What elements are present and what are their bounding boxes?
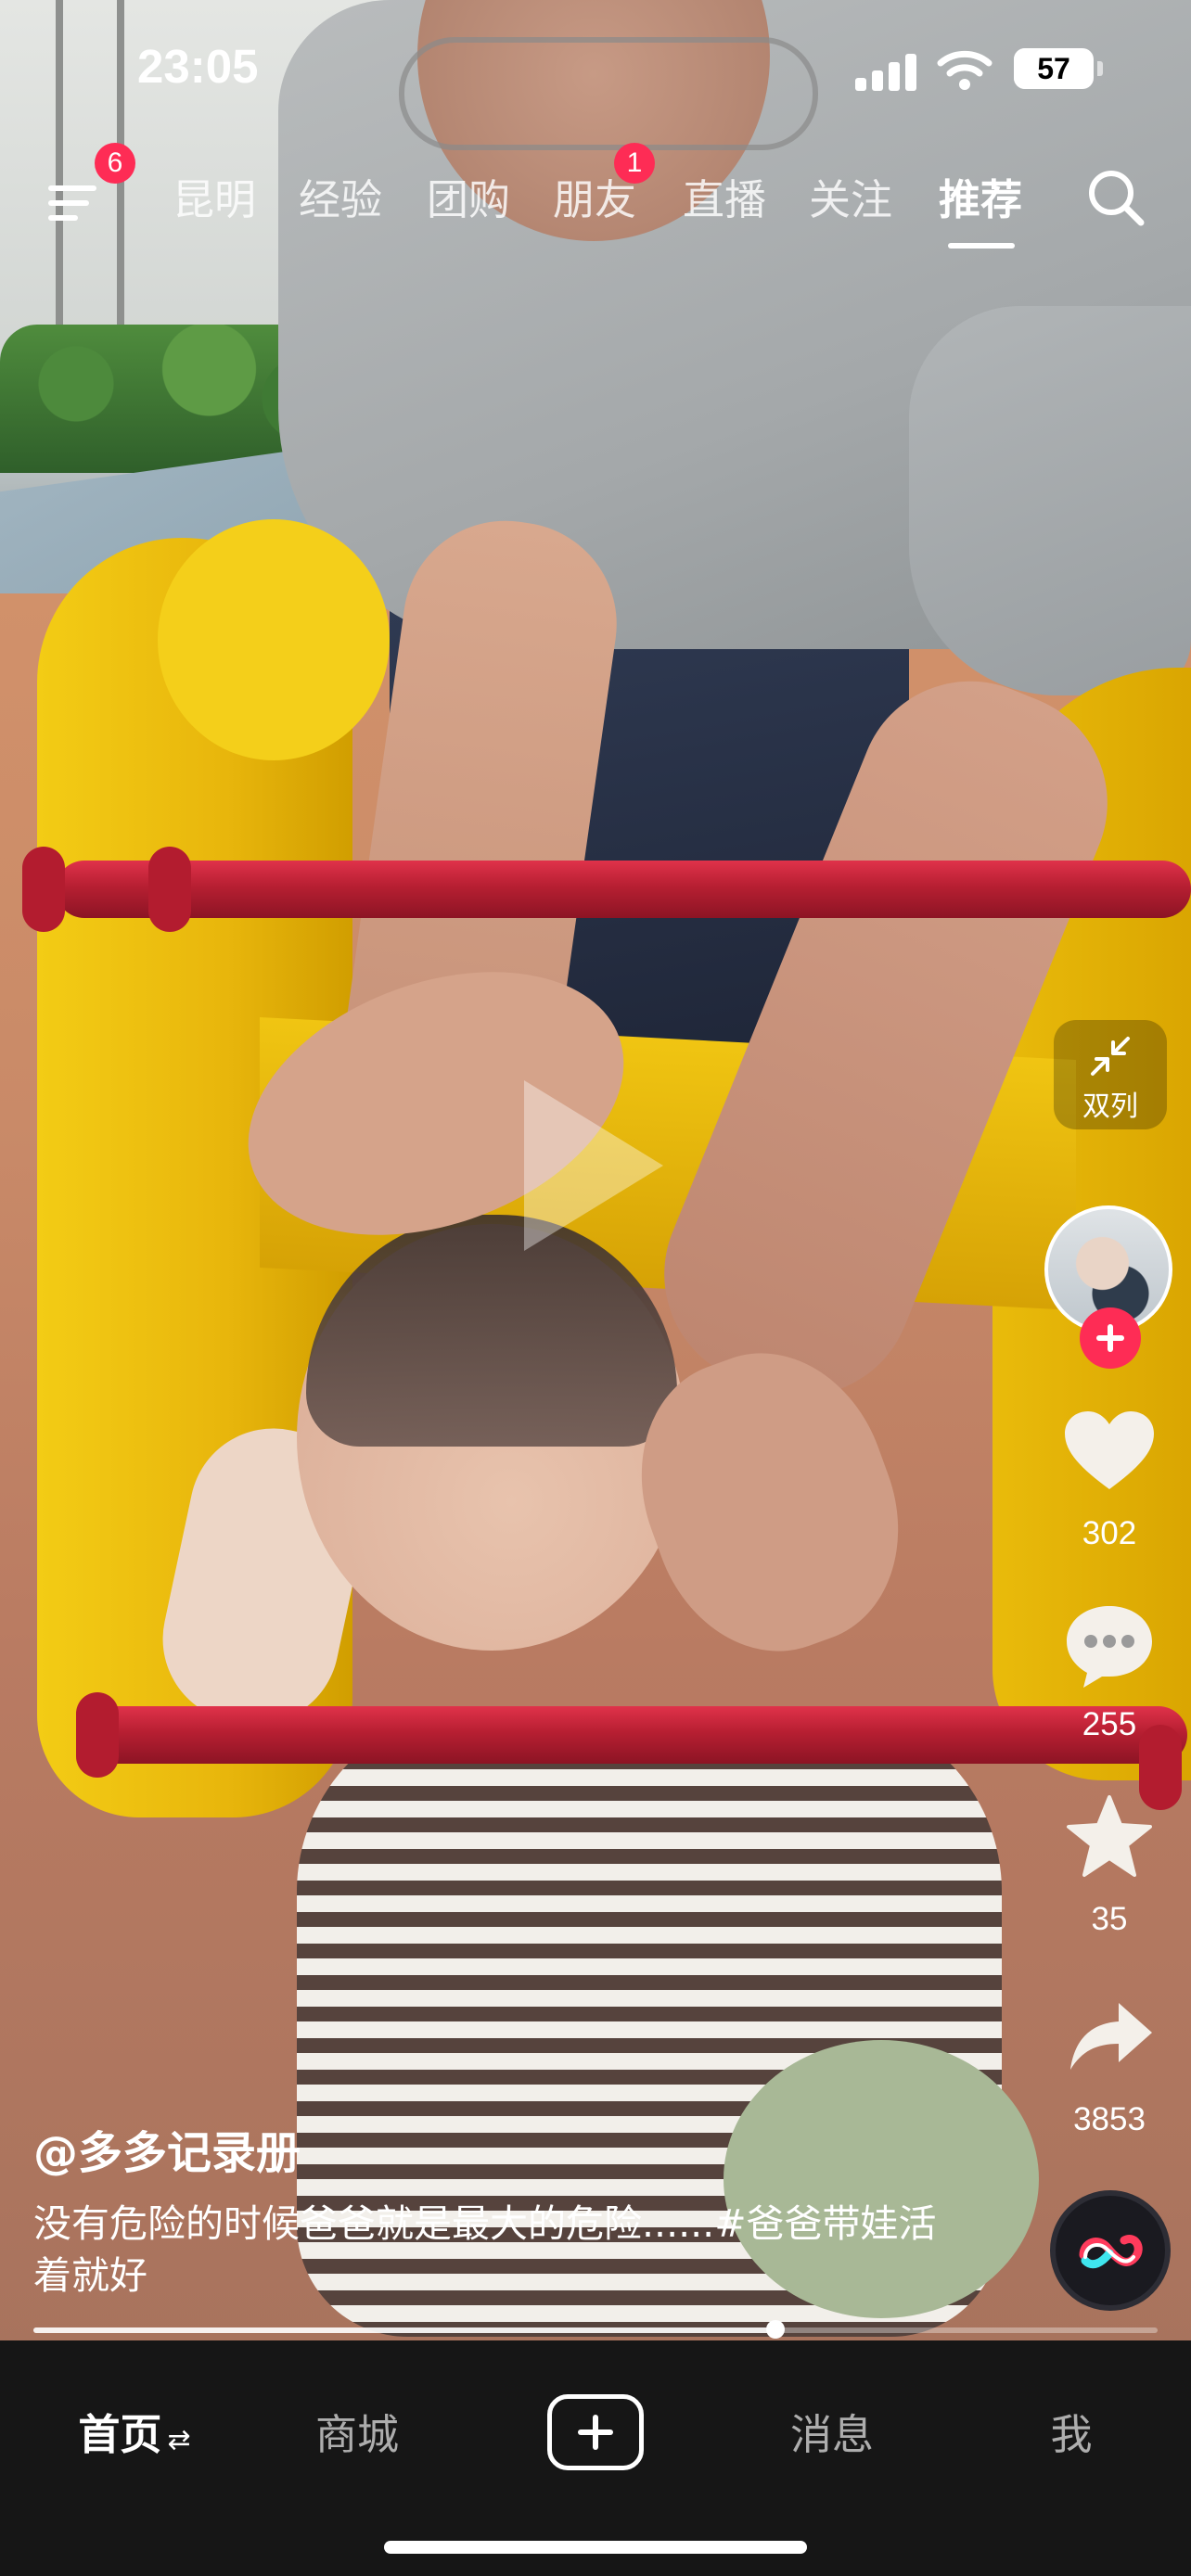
create-button[interactable] — [547, 2394, 644, 2470]
collapse-arrows-icon — [1091, 1037, 1130, 1076]
tab-live[interactable]: 直播 — [683, 167, 766, 234]
follow-button[interactable] — [1080, 1307, 1141, 1369]
like-button[interactable] — [1063, 1409, 1156, 1493]
wifi-icon — [937, 50, 992, 90]
tab-me[interactable]: 我 — [992, 2405, 1150, 2465]
rod-cap — [76, 1692, 119, 1778]
rod-cap — [22, 847, 65, 932]
video-feed-screen: 23:05 57 6 昆明 经验 团购 朋友 1 直播 关注 推荐 双列 302… — [0, 0, 1191, 2576]
active-tab-indicator — [948, 243, 1015, 249]
tab-group-buy[interactable]: 团购 — [427, 167, 510, 234]
battery-tip — [1097, 61, 1103, 76]
battery-icon: 57 — [1014, 48, 1094, 89]
tab-recommended[interactable]: 推荐 — [939, 167, 1022, 234]
comment-count: 255 — [1082, 1706, 1137, 1742]
share-arrow-icon — [1070, 2003, 1152, 2070]
menu-button[interactable] — [48, 171, 104, 226]
top-nav: 6 昆明 经验 团购 朋友 1 直播 关注 推荐 — [0, 143, 1191, 250]
toy-red-rod — [83, 1706, 1187, 1764]
video-progress-bar[interactable] — [33, 2320, 1158, 2339]
status-bar: 23:05 57 — [0, 0, 1191, 139]
status-time: 23:05 — [137, 40, 259, 93]
tab-following[interactable]: 关注 — [809, 167, 892, 234]
search-icon — [1089, 171, 1145, 226]
swap-icon: ⇄ — [167, 2424, 191, 2456]
toy-yellow-top — [158, 519, 390, 760]
share-count: 3853 — [1073, 2101, 1146, 2137]
tab-home-label: 首页 — [78, 2410, 162, 2459]
star-icon — [1067, 1795, 1152, 1877]
comment-bubble-icon — [1067, 1606, 1152, 1688]
friends-badge: 1 — [614, 143, 655, 184]
double-column-label: 双列 — [1082, 1090, 1138, 1123]
cellular-signal-icon — [855, 50, 920, 91]
favorite-button[interactable] — [1065, 1793, 1154, 1879]
tab-kunming[interactable]: 昆明 — [173, 167, 256, 234]
toy-red-rod — [56, 861, 1191, 918]
tab-experience[interactable]: 经验 — [299, 167, 382, 234]
tab-home[interactable]: 首页 ⇄ — [56, 2405, 213, 2465]
progress-knob[interactable] — [765, 2320, 785, 2339]
tab-messages[interactable]: 消息 — [753, 2405, 911, 2465]
menu-badge: 6 — [95, 143, 135, 184]
music-disc[interactable] — [1050, 2190, 1171, 2311]
man-sleeve — [909, 306, 1191, 695]
video-caption[interactable]: 没有危险的时候爸爸就是最大的危险......#爸爸带娃活着就好 — [33, 2198, 961, 2302]
comment-button[interactable] — [1063, 1602, 1156, 1691]
battery-level: 57 — [1037, 52, 1070, 85]
rod-cap — [148, 847, 191, 932]
like-count: 302 — [1082, 1515, 1137, 1551]
share-button[interactable] — [1067, 1999, 1156, 2073]
favorite-count: 35 — [1091, 1901, 1128, 1937]
progress-fill — [33, 2327, 775, 2333]
author-name[interactable]: @多多记录册 — [33, 2116, 301, 2181]
infinity-icon — [1079, 2235, 1143, 2269]
home-indicator — [384, 2541, 807, 2554]
heart-icon — [1065, 1411, 1154, 1489]
double-column-button[interactable]: 双列 — [1054, 1020, 1167, 1129]
search-button[interactable] — [1083, 165, 1148, 230]
tab-mall[interactable]: 商城 — [278, 2405, 436, 2465]
play-icon[interactable] — [524, 1080, 663, 1251]
